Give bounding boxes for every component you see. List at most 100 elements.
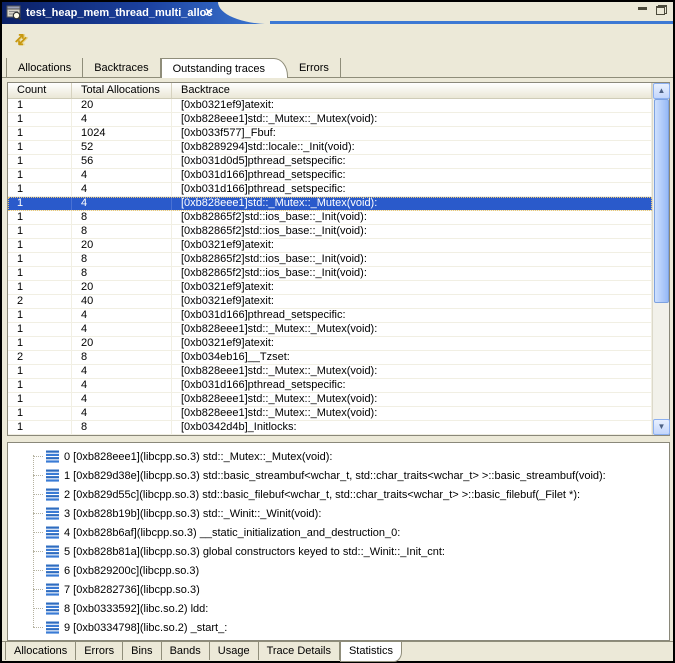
- tab-allocations[interactable]: Allocations: [6, 58, 83, 77]
- view-tab-bar: AllocationsBacktracesOutstanding tracesE…: [2, 55, 673, 78]
- memory-analysis-view-icon: [6, 5, 22, 21]
- backtrace-item[interactable]: 4 [0xb828b6af](libcpp.so.3) __static_ini…: [8, 523, 669, 542]
- tab-errors[interactable]: Errors: [76, 642, 123, 660]
- table-row[interactable]: 1 4 [0xb828eee1]std::_Mutex::_Mutex(void…: [8, 323, 652, 337]
- backtrace-item-label: 4 [0xb828b6af](libcpp.so.3) __static_ini…: [64, 527, 400, 539]
- column-header-count[interactable]: Count: [8, 83, 72, 98]
- cell-backtrace: [0xb8289294]std::locale::_Init(void):: [172, 141, 652, 154]
- tab-statistics[interactable]: Statistics: [340, 642, 402, 662]
- cell-count: 2: [8, 295, 72, 308]
- table-body: 1 20 [0xb0321ef9]atexit: 1 4 [0xb828eee1…: [8, 99, 652, 435]
- cell-count: 1: [8, 141, 72, 154]
- cell-count: 1: [8, 239, 72, 252]
- backtrace-item[interactable]: 6 [0xb829200c](libcpp.so.3): [8, 561, 669, 580]
- tab-outstanding-traces[interactable]: Outstanding traces: [161, 58, 288, 78]
- tab-usage[interactable]: Usage: [210, 642, 259, 660]
- restore-button[interactable]: [656, 5, 667, 15]
- cell-backtrace: [0xb82865f2]std::ios_base::_Init(void):: [172, 225, 652, 238]
- cell-count: 1: [8, 267, 72, 280]
- cell-count: 1: [8, 421, 72, 434]
- table-row[interactable]: 1 4 [0xb031d166]pthread_setspecific:: [8, 309, 652, 323]
- cell-total-allocations: 8: [72, 267, 172, 280]
- cell-total-allocations: 1024: [72, 127, 172, 140]
- cell-backtrace: [0xb031d166]pthread_setspecific:: [172, 169, 652, 182]
- stack-frame-icon: [46, 564, 59, 577]
- table-row[interactable]: 1 4 [0xb828eee1]std::_Mutex::_Mutex(void…: [8, 365, 652, 379]
- table-row[interactable]: 1 20 [0xb0321ef9]atexit:: [8, 281, 652, 295]
- cell-backtrace: [0xb031d166]pthread_setspecific:: [172, 379, 652, 392]
- backtrace-item[interactable]: 9 [0xb0334798](libc.so.2) _start_:: [8, 618, 669, 637]
- vertical-scrollbar[interactable]: ▲ ▼: [652, 83, 669, 435]
- backtrace-item-label: 3 [0xb828b19b](libcpp.so.3) std::_Winit:…: [64, 508, 321, 520]
- backtrace-item[interactable]: 5 [0xb828b81a](libcpp.so.3) global const…: [8, 542, 669, 561]
- table-row[interactable]: 1 20 [0xb0321ef9]atexit:: [8, 99, 652, 113]
- table-row[interactable]: 1 4 [0xb031d166]pthread_setspecific:: [8, 169, 652, 183]
- cell-total-allocations: 20: [72, 99, 172, 112]
- column-header-total-allocations[interactable]: Total Allocations: [72, 83, 172, 98]
- tab-bands[interactable]: Bands: [162, 642, 210, 660]
- table-row[interactable]: 1 56 [0xb031d0d5]pthread_setspecific:: [8, 155, 652, 169]
- table-row[interactable]: 1 4 [0xb828eee1]std::_Mutex::_Mutex(void…: [8, 407, 652, 421]
- table-row[interactable]: 1 52 [0xb8289294]std::locale::_Init(void…: [8, 141, 652, 155]
- table-row[interactable]: 1 8 [0xb0342d4b]_Initlocks:: [8, 421, 652, 435]
- backtrace-item-label: 9 [0xb0334798](libc.so.2) _start_:: [64, 622, 227, 634]
- table-row[interactable]: 1 8 [0xb82865f2]std::ios_base::_Init(voi…: [8, 225, 652, 239]
- cell-total-allocations: 20: [72, 239, 172, 252]
- table-row[interactable]: 2 8 [0xb034eb16]__Tzset:: [8, 351, 652, 365]
- view-titlebar: test_heap_mem_thread_multi_alloc ✕: [2, 2, 673, 24]
- scrollbar-thumb[interactable]: [654, 99, 669, 303]
- table-row[interactable]: 1 20 [0xb0321ef9]atexit:: [8, 337, 652, 351]
- table-row[interactable]: 1 20 [0xb0321ef9]atexit:: [8, 239, 652, 253]
- backtrace-item-label: 7 [0xb8282736](libcpp.so.3): [64, 584, 200, 596]
- column-header-backtrace[interactable]: Backtrace: [172, 83, 652, 98]
- tab-allocations[interactable]: Allocations: [5, 642, 76, 660]
- tab-errors[interactable]: Errors: [288, 58, 341, 77]
- cell-count: 1: [8, 183, 72, 196]
- cell-backtrace: [0xb0321ef9]atexit:: [172, 337, 652, 350]
- scroll-up-button[interactable]: ▲: [653, 83, 670, 99]
- table-row[interactable]: 1 4 [0xb828eee1]std::_Mutex::_Mutex(void…: [8, 113, 652, 127]
- cell-backtrace: [0xb031d166]pthread_setspecific:: [172, 183, 652, 196]
- cell-backtrace: [0xb828eee1]std::_Mutex::_Mutex(void):: [172, 113, 652, 126]
- cell-total-allocations: 8: [72, 225, 172, 238]
- cell-total-allocations: 8: [72, 421, 172, 434]
- table-row[interactable]: 1 4 [0xb031d166]pthread_setspecific:: [8, 379, 652, 393]
- tab-bins[interactable]: Bins: [123, 642, 161, 660]
- backtrace-item[interactable]: 3 [0xb828b19b](libcpp.so.3) std::_Winit:…: [8, 504, 669, 523]
- scroll-down-button[interactable]: ▼: [653, 419, 670, 435]
- tab-trace-details[interactable]: Trace Details: [259, 642, 340, 660]
- table-row[interactable]: 1 8 [0xb82865f2]std::ios_base::_Init(voi…: [8, 211, 652, 225]
- backtrace-item-label: 6 [0xb829200c](libcpp.so.3): [64, 565, 199, 577]
- cell-backtrace: [0xb031d0d5]pthread_setspecific:: [172, 155, 652, 168]
- view-toolbar: ⇄: [2, 24, 673, 55]
- cell-backtrace: [0xb828eee1]std::_Mutex::_Mutex(void):: [172, 197, 652, 210]
- cell-count: 1: [8, 337, 72, 350]
- minimize-button[interactable]: [638, 5, 648, 14]
- table-row[interactable]: 1 8 [0xb82865f2]std::ios_base::_Init(voi…: [8, 267, 652, 281]
- cell-backtrace: [0xb0321ef9]atexit:: [172, 99, 652, 112]
- tool-window: test_heap_mem_thread_multi_alloc ✕ ⇄ All…: [0, 0, 675, 663]
- tab-backtraces[interactable]: Backtraces: [83, 58, 160, 77]
- cell-count: 1: [8, 407, 72, 420]
- tree-connector-line: [33, 455, 34, 627]
- close-view-icon[interactable]: ✕: [201, 2, 217, 24]
- table-row[interactable]: 1 1024 [0xb033f577]_Fbuf:: [8, 127, 652, 141]
- cell-total-allocations: 4: [72, 113, 172, 126]
- backtrace-item[interactable]: 2 [0xb829d55c](libcpp.so.3) std::basic_f…: [8, 485, 669, 504]
- backtrace-item[interactable]: 0 [0xb828eee1](libcpp.so.3) std::_Mutex:…: [8, 447, 669, 466]
- outstanding-traces-table: Count Total Allocations Backtrace 1 20 […: [7, 82, 670, 436]
- cell-count: 1: [8, 99, 72, 112]
- cell-backtrace: [0xb828eee1]std::_Mutex::_Mutex(void):: [172, 407, 652, 420]
- stack-frame-icon: [46, 583, 59, 596]
- backtrace-item[interactable]: 7 [0xb8282736](libcpp.so.3): [8, 580, 669, 599]
- backtrace-item[interactable]: 8 [0xb0333592](libc.so.2) ldd:: [8, 599, 669, 618]
- refresh-icon[interactable]: ⇄: [11, 29, 31, 49]
- cell-count: 1: [8, 281, 72, 294]
- table-row[interactable]: 1 4 [0xb828eee1]std::_Mutex::_Mutex(void…: [8, 393, 652, 407]
- table-row[interactable]: 1 4 [0xb031d166]pthread_setspecific:: [8, 183, 652, 197]
- table-row[interactable]: 1 4 [0xb828eee1]std::_Mutex::_Mutex(void…: [8, 197, 652, 211]
- table-row[interactable]: 1 8 [0xb82865f2]std::ios_base::_Init(voi…: [8, 253, 652, 267]
- stack-frame-icon: [46, 488, 59, 501]
- table-row[interactable]: 2 40 [0xb0321ef9]atexit:: [8, 295, 652, 309]
- backtrace-item[interactable]: 1 [0xb829d38e](libcpp.so.3) std::basic_s…: [8, 466, 669, 485]
